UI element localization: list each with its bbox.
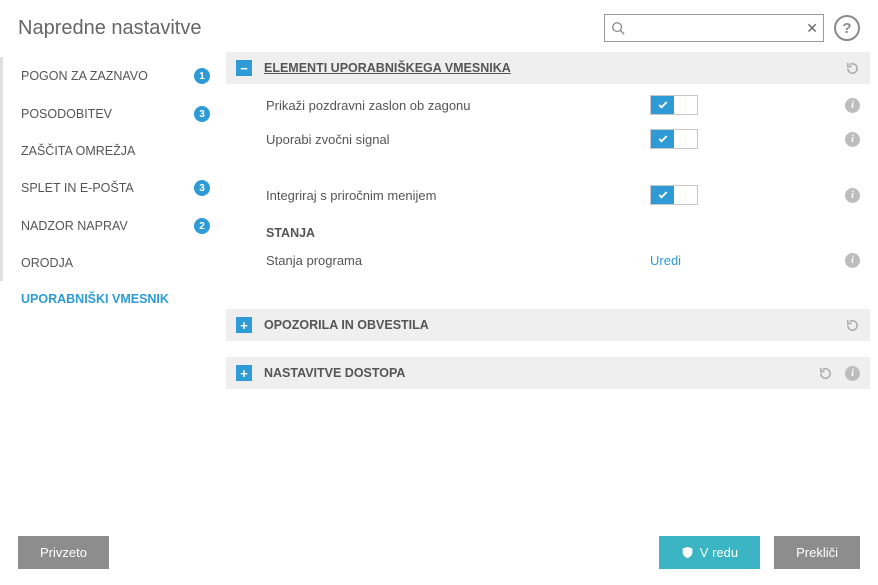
- expand-toggle-icon[interactable]: +: [236, 317, 252, 333]
- row-info: i: [830, 253, 860, 268]
- default-button[interactable]: Privzeto: [18, 536, 109, 569]
- setting-row-sound-signal: Uporabi zvočni signal i: [226, 122, 870, 156]
- row-label: Prikaži pozdravni zaslon ob zagonu: [266, 98, 650, 113]
- section-actions: [845, 318, 860, 333]
- toggle-off-state: [674, 130, 697, 148]
- toggle-check-icon: [651, 186, 674, 204]
- sidebar-item-label: POSODOBITEV: [21, 107, 186, 121]
- row-control: [650, 95, 830, 115]
- row-control: [650, 185, 830, 205]
- sidebar-badge: 1: [194, 68, 210, 84]
- states-heading: STANJA: [226, 212, 870, 246]
- row-label: Uporabi zvočni signal: [266, 132, 650, 147]
- row-info: i: [830, 98, 860, 113]
- section-actions: [845, 61, 860, 76]
- toggle-off-state: [674, 186, 697, 204]
- sidebar-item-label: POGON ZA ZAZNAVO: [21, 69, 186, 83]
- setting-row-program-states: Stanja programa Uredi i: [226, 246, 870, 275]
- section-head-alerts: + OPOZORILA IN OBVESTILA: [226, 309, 870, 341]
- info-icon[interactable]: i: [845, 366, 860, 381]
- main-panel: − ELEMENTI UPORABNIŠKEGA VMESNIKA Prikaž…: [226, 52, 878, 522]
- sidebar-item-label: ZAŠČITA OMREŽJA: [21, 144, 210, 158]
- spacer: [226, 156, 870, 178]
- setting-row-context-menu: Integriraj s priročnim menijem i: [226, 178, 870, 212]
- revert-icon[interactable]: [818, 366, 833, 381]
- row-label: Integriraj s priročnim menijem: [266, 188, 650, 203]
- row-info: i: [830, 188, 860, 203]
- section-head-access: + NASTAVITVE DOSTOPA i: [226, 357, 870, 389]
- ok-button[interactable]: V redu: [659, 536, 760, 569]
- expand-toggle-icon[interactable]: +: [236, 365, 252, 381]
- sidebar-item-label: UPORABNIŠKI VMESNIK: [21, 292, 210, 306]
- row-control: [650, 129, 830, 149]
- spacer: [226, 345, 870, 357]
- footer-right: V redu Prekliči: [659, 536, 860, 569]
- info-icon[interactable]: i: [845, 98, 860, 113]
- section-title[interactable]: ELEMENTI UPORABNIŠKEGA VMESNIKA: [264, 61, 511, 75]
- search-input[interactable]: [604, 14, 824, 42]
- footer: Privzeto V redu Prekliči: [0, 524, 878, 585]
- sidebar: POGON ZA ZAZNAVO 1 POSODOBITEV 3 ZAŠČITA…: [0, 52, 226, 522]
- section-head-ui-elements: − ELEMENTI UPORABNIŠKEGA VMESNIKA: [226, 52, 870, 84]
- row-info: i: [830, 132, 860, 147]
- content: POGON ZA ZAZNAVO 1 POSODOBITEV 3 ZAŠČITA…: [0, 52, 878, 522]
- section-title[interactable]: OPOZORILA IN OBVESTILA: [264, 318, 429, 332]
- sidebar-item-detection-engine[interactable]: POGON ZA ZAZNAVO 1: [0, 57, 226, 95]
- toggle-check-icon: [651, 130, 674, 148]
- sidebar-item-device-control[interactable]: NADZOR NAPRAV 2: [0, 207, 226, 245]
- toggle-splash-screen[interactable]: [650, 95, 698, 115]
- section-actions: i: [818, 366, 860, 381]
- page-title: Napredne nastavitve: [18, 17, 201, 40]
- header-actions: ✕ ?: [604, 14, 860, 42]
- collapse-toggle-icon[interactable]: −: [236, 60, 252, 76]
- sidebar-item-update[interactable]: POSODOBITEV 3: [0, 95, 226, 133]
- sidebar-badge: 2: [194, 218, 210, 234]
- search-wrapper: ✕: [604, 14, 824, 42]
- revert-icon[interactable]: [845, 61, 860, 76]
- cancel-button[interactable]: Prekliči: [774, 536, 860, 569]
- sidebar-item-tools[interactable]: ORODJA: [0, 245, 226, 281]
- edit-link[interactable]: Uredi: [650, 253, 681, 268]
- sidebar-badge: 3: [194, 180, 210, 196]
- spacer: [226, 275, 870, 309]
- shield-icon: [681, 546, 694, 559]
- sidebar-item-network-protection[interactable]: ZAŠČITA OMREŽJA: [0, 133, 226, 169]
- info-icon[interactable]: i: [845, 188, 860, 203]
- ok-button-label: V redu: [700, 545, 738, 560]
- toggle-off-state: [674, 96, 697, 114]
- toggle-check-icon: [651, 96, 674, 114]
- section-title[interactable]: NASTAVITVE DOSTOPA: [264, 366, 405, 380]
- row-label: Stanja programa: [266, 253, 650, 268]
- sidebar-badge: 3: [194, 106, 210, 122]
- info-icon[interactable]: i: [845, 132, 860, 147]
- help-button[interactable]: ?: [834, 15, 860, 41]
- toggle-context-menu[interactable]: [650, 185, 698, 205]
- revert-icon[interactable]: [845, 318, 860, 333]
- sidebar-item-user-interface[interactable]: UPORABNIŠKI VMESNIK: [0, 281, 226, 317]
- sidebar-item-label: ORODJA: [21, 256, 210, 270]
- search-clear-button[interactable]: ✕: [806, 21, 818, 35]
- toggle-sound-signal[interactable]: [650, 129, 698, 149]
- sidebar-item-web-email[interactable]: SPLET IN E-POŠTA 3: [0, 169, 226, 207]
- sidebar-item-label: NADZOR NAPRAV: [21, 219, 186, 233]
- header: Napredne nastavitve ✕ ?: [0, 0, 878, 52]
- sidebar-item-label: SPLET IN E-POŠTA: [21, 181, 186, 195]
- info-icon[interactable]: i: [845, 253, 860, 268]
- row-control: Uredi: [650, 253, 830, 268]
- setting-row-splash-screen: Prikaži pozdravni zaslon ob zagonu i: [226, 88, 870, 122]
